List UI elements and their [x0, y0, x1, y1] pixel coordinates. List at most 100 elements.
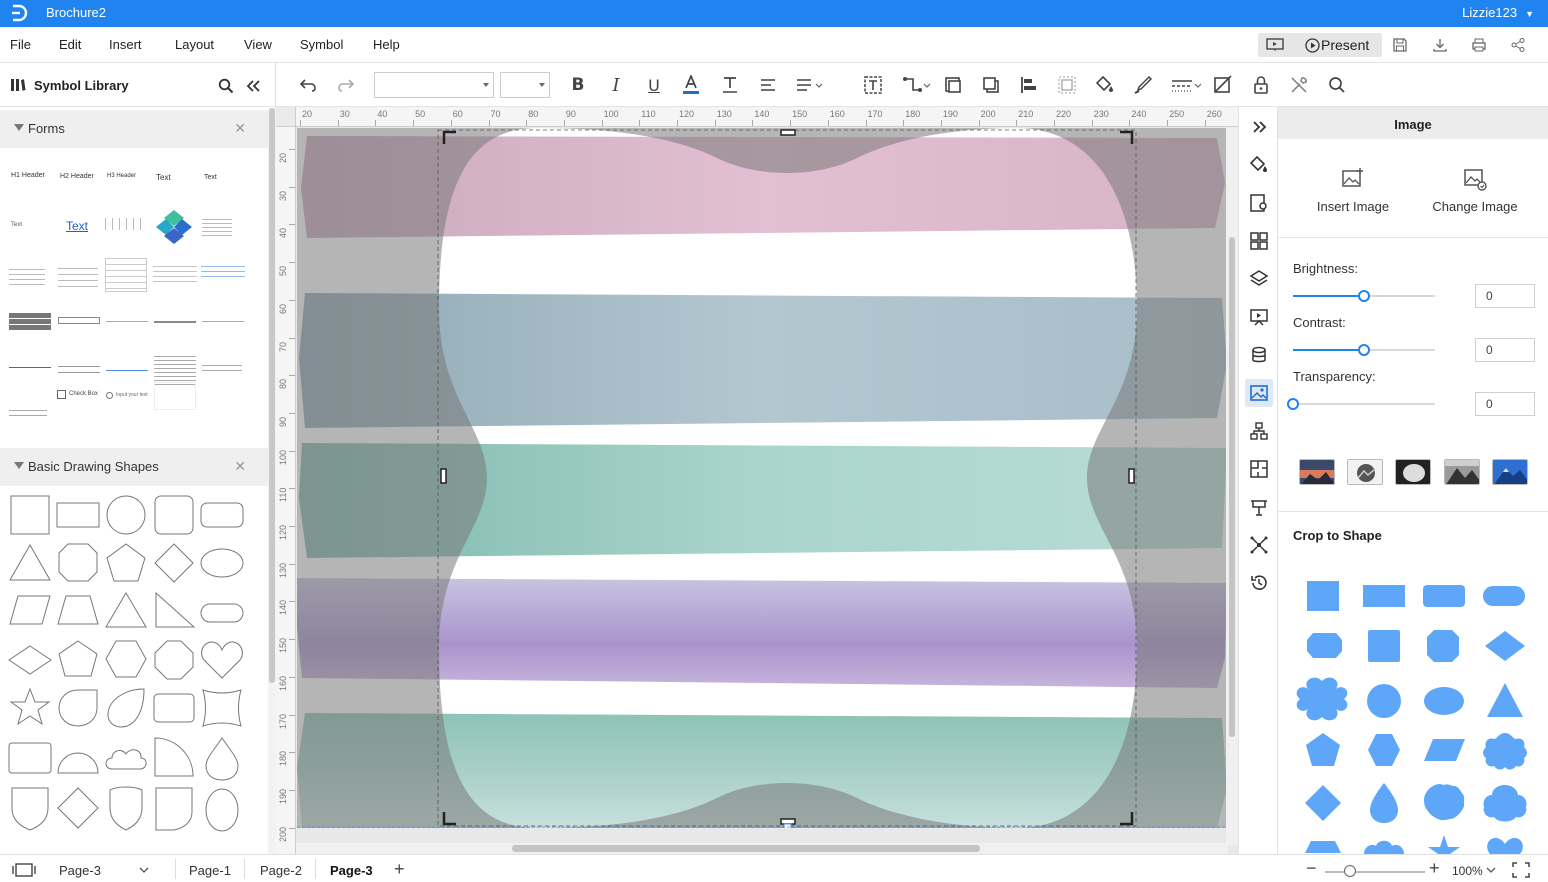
form-blue-list-thumbnail[interactable] [201, 262, 245, 280]
crop-shape-gallery[interactable] [1278, 567, 1548, 854]
form-card-thumbnail[interactable] [105, 258, 147, 292]
collapse-panel-icon[interactable] [245, 78, 261, 94]
bring-front-icon[interactable] [942, 74, 964, 96]
chevron-down-icon[interactable] [1486, 867, 1496, 873]
italic-icon[interactable]: I [605, 74, 627, 96]
zoom-slider-handle[interactable] [1344, 865, 1356, 877]
form-grid-thumbnail[interactable] [9, 313, 51, 331]
form-text-1[interactable]: Text [156, 173, 171, 182]
menu-view[interactable]: View [244, 37, 272, 52]
chevron-down-icon[interactable] [139, 867, 149, 873]
form-h1-header[interactable]: H1 Header [11, 172, 45, 179]
form-phone-thumbnail[interactable] [202, 361, 242, 375]
insert-image-button[interactable]: Insert Image [1298, 167, 1408, 214]
align-objects-icon[interactable] [1018, 74, 1040, 96]
fill-tab-icon[interactable] [1245, 151, 1273, 179]
page-tab-1[interactable]: Page-1 [189, 863, 231, 878]
form-blank-box-thumbnail[interactable] [154, 382, 196, 410]
font-family-select[interactable] [374, 72, 494, 98]
search-icon[interactable] [218, 78, 234, 94]
page-canvas[interactable] [297, 128, 1230, 828]
menu-insert[interactable]: Insert [109, 37, 142, 52]
org-chart-icon[interactable] [1245, 417, 1273, 445]
preset-blue-mountain[interactable] [1492, 459, 1528, 485]
brightness-slider[interactable] [1293, 290, 1435, 302]
fill-color-icon[interactable] [1094, 74, 1116, 96]
form-h2-header[interactable]: H2 Header [60, 173, 94, 180]
page-view-icon[interactable] [12, 863, 36, 877]
download-icon[interactable] [1432, 37, 1448, 53]
form-radio-button[interactable] [106, 392, 113, 399]
form-select-thumbnail[interactable] [106, 361, 148, 371]
transparency-input[interactable]: 0 [1475, 392, 1535, 416]
find-icon[interactable] [1326, 74, 1348, 96]
form-h3-header[interactable]: H3 Header [107, 173, 136, 179]
form-lines-thumbnail[interactable] [58, 361, 100, 373]
lock-icon[interactable] [1250, 74, 1272, 96]
slideshow-icon[interactable] [1245, 303, 1273, 331]
form-address-thumbnail[interactable] [9, 265, 45, 287]
contrast-slider-handle[interactable] [1358, 344, 1370, 356]
form-checkbox-box[interactable] [57, 390, 66, 399]
transparency-slider[interactable] [1287, 398, 1435, 410]
image-crop-preview[interactable] [297, 128, 1230, 828]
page-setup-icon[interactable] [1245, 189, 1273, 217]
form-text-2[interactable]: Text [204, 174, 217, 181]
tools-icon[interactable] [1288, 74, 1310, 96]
menu-help[interactable]: Help [373, 37, 400, 52]
form-text-3[interactable]: Text [11, 222, 22, 228]
brightness-slider-handle[interactable] [1358, 290, 1370, 302]
menu-layout[interactable]: Layout [175, 37, 214, 52]
form-contact-thumbnail[interactable] [202, 216, 232, 238]
drawing-canvas[interactable]: 20 30 40 50 60 70 80 90 100 110 120 130 140 150 160 170… [276, 107, 1238, 854]
underline-icon[interactable]: U [643, 74, 665, 96]
font-color-icon[interactable] [680, 74, 702, 96]
undo-icon[interactable] [297, 74, 319, 96]
close-icon[interactable]: ✕ [234, 458, 246, 475]
add-page-icon[interactable]: + [394, 859, 405, 880]
image-properties-icon[interactable] [1245, 379, 1273, 407]
contrast-input[interactable]: 0 [1475, 338, 1535, 362]
close-icon[interactable]: ✕ [234, 120, 246, 137]
presentation-mode-icon[interactable] [1266, 38, 1284, 52]
text-box-icon[interactable] [862, 74, 884, 96]
form-line-thumbnail-2[interactable] [154, 321, 196, 323]
bold-icon[interactable]: B [567, 74, 589, 96]
preset-vignette[interactable] [1395, 459, 1431, 485]
library-scroll-thumb[interactable] [269, 108, 275, 683]
preset-mountain-bw[interactable] [1444, 459, 1480, 485]
connector-icon[interactable] [902, 74, 932, 96]
canvas-vertical-scrollbar[interactable] [1226, 127, 1238, 845]
preset-grayscale[interactable] [1347, 459, 1383, 485]
layers-icon[interactable] [1245, 265, 1273, 293]
basic-shapes-section-header[interactable]: Basic Drawing Shapes ✕ [0, 448, 268, 486]
floor-plan-icon[interactable] [1245, 455, 1273, 483]
brightness-input[interactable]: 0 [1475, 284, 1535, 308]
forms-section-header[interactable]: Forms ✕ [0, 110, 268, 148]
canvas-horizontal-scrollbar[interactable] [296, 843, 1228, 854]
form-list-thumbnail[interactable] [153, 262, 197, 282]
mind-map-icon[interactable] [1245, 531, 1273, 559]
grid-layout-icon[interactable] [1245, 227, 1273, 255]
zoom-level[interactable]: 100% [1452, 864, 1483, 878]
expand-panel-icon[interactable] [1245, 113, 1273, 141]
basic-shapes-gallery[interactable] [0, 486, 268, 854]
form-line-thumbnail-1[interactable] [106, 321, 148, 322]
send-back-icon[interactable] [980, 74, 1002, 96]
user-menu[interactable]: Lizzie123 ▼ [1462, 5, 1534, 20]
line-style-icon[interactable] [1170, 74, 1202, 96]
vertical-scroll-thumb[interactable] [1229, 237, 1235, 737]
page-selector[interactable]: Page-3 [59, 863, 101, 878]
preset-sunset[interactable] [1299, 459, 1335, 485]
form-table-thumbnail[interactable] [105, 218, 147, 230]
history-icon[interactable] [1245, 569, 1273, 597]
font-size-select[interactable] [500, 72, 550, 98]
print-icon[interactable] [1471, 37, 1487, 53]
group-icon[interactable] [1056, 74, 1078, 96]
fit-page-icon[interactable] [1512, 862, 1530, 878]
page-tab-2[interactable]: Page-2 [260, 863, 302, 878]
menu-file[interactable]: File [10, 37, 31, 52]
contrast-slider[interactable] [1293, 344, 1435, 356]
form-link-text[interactable]: Text [66, 219, 88, 233]
line-color-icon[interactable] [1132, 74, 1154, 96]
